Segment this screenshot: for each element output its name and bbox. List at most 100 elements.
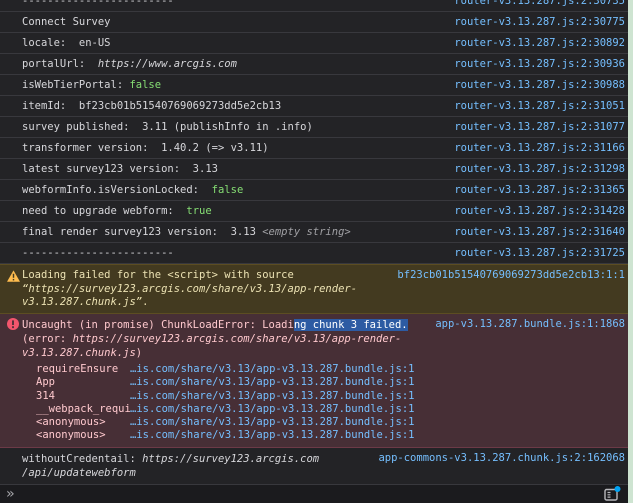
log-row: latest survey123 version: 3.13 router-v3.… (0, 159, 633, 180)
console-error-row: Uncaught (in promise) ChunkLoadError: Lo… (0, 314, 633, 448)
log-message: portalUrl: https://www.arcgis.com (22, 58, 237, 70)
console-log-list: ------------------------ router-v3.13.287… (0, 0, 633, 264)
source-link[interactable]: router-v3.13.287.js:2:30735 (454, 0, 625, 7)
log-text-segment: https://www.arcgis.com (98, 58, 237, 70)
source-link[interactable]: router-v3.13.287.js:2:30936 (454, 58, 625, 70)
log-row: ------------------------ router-v3.13.287… (0, 0, 633, 12)
log-row: itemId: bf23cb01b51540769069273dd5e2cb13… (0, 96, 633, 117)
log-text-segment: . (142, 296, 148, 308)
log-row: final render survey123 version: 3.13 <em… (0, 222, 633, 243)
log-text-segment: need to upgrade webform: (22, 205, 186, 217)
stack-source-link[interactable]: …is.com/share/v3.13/app-v3.13.287.bundle… (130, 363, 414, 376)
log-text-segment: /api/updatewebform (22, 467, 136, 479)
log-message: Connect Survey (22, 16, 111, 28)
warning-source-link[interactable]: bf23cb01b51540769069273dd5e2cb13:1:1 (397, 269, 625, 281)
devtools-console-panel: ------------------------ router-v3.13.287… (0, 0, 633, 503)
log-text-segment: transformer version: 1.40.2 (=> v3.11) (22, 142, 269, 154)
log-text-segment: false (129, 79, 161, 91)
source-link[interactable]: router-v3.13.287.js:2:31365 (454, 184, 625, 196)
log-row: portalUrl: https://www.arcgis.com router-… (0, 54, 633, 75)
log-text-segment: v3.13.287.chunk.js” (22, 296, 142, 308)
log-message: final render survey123 version: 3.13 <em… (22, 226, 351, 238)
source-link[interactable]: router-v3.13.287.js:2:30892 (454, 37, 625, 49)
log-message: itemId: bf23cb01b51540769069273dd5e2cb13 (22, 100, 281, 112)
stack-frame-row: <anonymous>…is.com/share/v3.13/app-v3.13… (22, 429, 625, 442)
log-text-segment: isWebTierPortal: (22, 79, 129, 91)
source-link[interactable]: router-v3.13.287.js:2:31298 (454, 163, 625, 175)
stack-function-name: 314 (22, 390, 130, 403)
source-link[interactable]: router-v3.13.287.js:2:31166 (454, 142, 625, 154)
log-row: ------------------------ router-v3.13.287… (0, 243, 633, 264)
stack-function-name: <anonymous> (22, 416, 130, 429)
log-text-segment: https://survey123.arcgis.com (142, 453, 319, 465)
editor-mode-icon[interactable] (603, 486, 621, 503)
log-text-segment: portalUrl: (22, 58, 98, 70)
log-text-segment: ------------------------ (22, 0, 174, 7)
source-link[interactable]: router-v3.13.287.js:2:31051 (454, 100, 625, 112)
right-edge-strip (628, 0, 633, 503)
stack-frame-row: App…is.com/share/v3.13/app-v3.13.287.bun… (22, 376, 625, 389)
console-input[interactable] (13, 485, 633, 503)
log-text-segment: true (186, 205, 211, 217)
log-row: webformInfo.isVersionLocked: false router… (0, 180, 633, 201)
log-text-segment: v3.13.287.chunk.js (22, 347, 136, 359)
log-row: survey published: 3.11 (publishInfo in .… (0, 117, 633, 138)
log-text-segment: ) (136, 347, 142, 359)
console-log-row-withoutcredentail: withoutCredentail: https://survey123.arc… (0, 448, 633, 485)
log-row: need to upgrade webform: true router-v3.1… (0, 201, 633, 222)
message-line: (error: https://survey123.arcgis.com/sha… (22, 332, 625, 346)
log-message: survey published: 3.11 (publishInfo in .… (22, 121, 313, 133)
console-prompt-chevron-icon: » (0, 487, 13, 501)
log-text-segment: withoutCredentail: (22, 453, 142, 465)
log-text-segment: latest survey123 version: 3.13 (22, 163, 218, 175)
stack-frame-row: requireEnsure…is.com/share/v3.13/app-v3.… (22, 363, 625, 376)
log-text-segment: (error: (22, 333, 73, 345)
stack-frame-row: __webpack_require__…is.com/share/v3.13/a… (22, 403, 625, 416)
log-text-segment: “https://survey123.arcgis.com/share/v3.1… (22, 283, 357, 295)
console-warning-row: Loading failed for the <script> with sou… (0, 264, 633, 314)
log-row: transformer version: 1.40.2 (=> v3.11) ro… (0, 138, 633, 159)
error-source-link[interactable]: app-v3.13.287.bundle.js:1:1868 (435, 318, 625, 330)
log-text-segment: false (212, 184, 244, 196)
error-circle-icon (7, 318, 19, 333)
log-text-segment: ------------------------ (22, 247, 174, 259)
message-line: /api/updatewebform (22, 466, 625, 480)
stack-frame-row: 314…is.com/share/v3.13/app-v3.13.287.bun… (22, 390, 625, 403)
source-link[interactable]: router-v3.13.287.js:2:30775 (454, 16, 625, 28)
log-text-segment: locale: en-US (22, 37, 111, 49)
stack-source-link[interactable]: …is.com/share/v3.13/app-v3.13.287.bundle… (130, 390, 414, 403)
log-message: need to upgrade webform: true (22, 205, 212, 217)
log-message: locale: en-US (22, 37, 111, 49)
stack-function-name: requireEnsure (22, 363, 130, 376)
log-text-segment: https://survey123.arcgis.com/share/v3.13… (73, 333, 402, 345)
log-text-segment: ng chunk 3 failed. (294, 319, 408, 331)
message-line: v3.13.287.chunk.js) (22, 346, 625, 360)
log-text-segment: <empty string> (262, 226, 351, 238)
log-message: webformInfo.isVersionLocked: false (22, 184, 243, 196)
log-text-segment: final render survey123 version: 3.13 (22, 226, 262, 238)
log-text-segment: survey published: 3.11 (publishInfo in .… (22, 121, 313, 133)
source-link[interactable]: router-v3.13.287.js:2:30988 (454, 79, 625, 91)
stack-function-name: App (22, 376, 130, 389)
stack-source-link[interactable]: …is.com/share/v3.13/app-v3.13.287.bundle… (130, 403, 414, 416)
stack-function-name: <anonymous> (22, 429, 130, 442)
log-message: ------------------------ (22, 247, 174, 259)
source-link[interactable]: router-v3.13.287.js:2:31640 (454, 226, 625, 238)
source-link[interactable]: router-v3.13.287.js:2:31077 (454, 121, 625, 133)
source-link[interactable]: router-v3.13.287.js:2:31428 (454, 205, 625, 217)
stack-source-link[interactable]: …is.com/share/v3.13/app-v3.13.287.bundle… (130, 376, 414, 389)
footer-source-link[interactable]: app-commons-v3.13.287.chunk.js:2:162068 (378, 452, 625, 464)
stack-source-link[interactable]: …is.com/share/v3.13/app-v3.13.287.bundle… (130, 429, 414, 442)
log-text-segment: Uncaught (in promise) ChunkLoadError: Lo… (22, 319, 294, 331)
log-row: Connect Survey router-v3.13.287.js:2:3077… (0, 12, 633, 33)
log-message: isWebTierPortal: false (22, 79, 161, 91)
log-message: ------------------------ (22, 0, 174, 7)
log-text-segment: Loading failed for the <script> with sou… (22, 269, 294, 281)
log-text-segment: itemId: bf23cb01b51540769069273dd5e2cb13 (22, 100, 281, 112)
stack-source-link[interactable]: …is.com/share/v3.13/app-v3.13.287.bundle… (130, 416, 414, 429)
console-input-bar: » (0, 485, 633, 503)
message-line: “https://survey123.arcgis.com/share/v3.1… (22, 283, 625, 297)
log-message: latest survey123 version: 3.13 (22, 163, 218, 175)
source-link[interactable]: router-v3.13.287.js:2:31725 (454, 247, 625, 259)
warning-triangle-icon (7, 270, 20, 285)
